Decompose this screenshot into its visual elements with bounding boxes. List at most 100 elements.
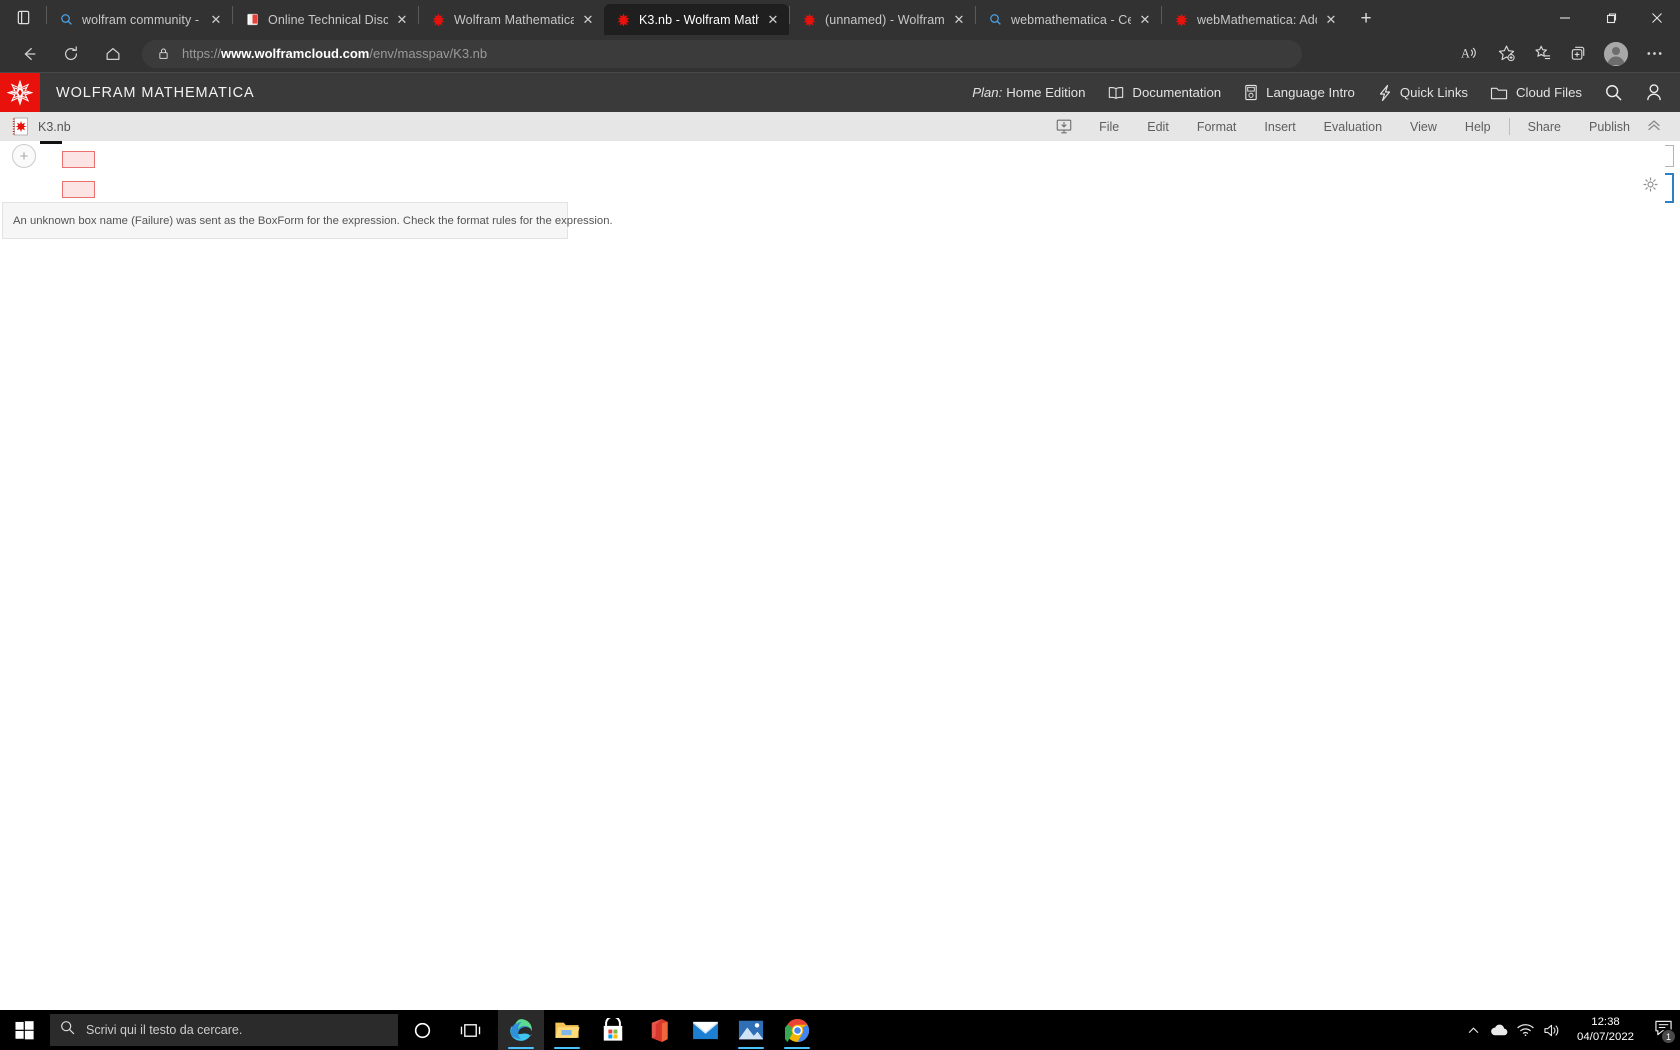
menu-evaluation[interactable]: Evaluation <box>1310 112 1396 142</box>
quick-links-link[interactable]: Quick Links <box>1366 73 1479 113</box>
taskbar-app-microsoft-office[interactable] <box>636 1010 682 1050</box>
cell-bracket-selected[interactable] <box>1665 173 1674 203</box>
clock-date: 04/07/2022 <box>1576 1031 1634 1043</box>
minimize-button[interactable] <box>1542 0 1588 35</box>
search-icon <box>1604 83 1623 102</box>
favorites-icon[interactable] <box>1525 39 1559 69</box>
error-message-text: An unknown box name (Failure) was sent a… <box>13 214 613 227</box>
error-output-box[interactable] <box>62 181 95 198</box>
address-bar[interactable]: https://www.wolframcloud.com/env/masspav… <box>142 39 1302 68</box>
taskbar-app-photos[interactable] <box>728 1010 774 1050</box>
taskbar-search-box[interactable]: Scrivi qui il testo da cercare. <box>50 1014 398 1046</box>
maximize-button[interactable] <box>1588 0 1634 35</box>
chevron-up-icon[interactable] <box>1461 1010 1487 1050</box>
gear-icon <box>1643 177 1658 197</box>
refresh-button[interactable] <box>55 38 87 70</box>
menu-format[interactable]: Format <box>1183 112 1251 142</box>
browser-tab[interactable]: (unnamed) - Wolfram Mathematica ✕ <box>790 4 975 35</box>
folder-icon <box>1490 85 1509 101</box>
browser-tab[interactable]: webmathematica - Cerca ✕ <box>976 4 1161 35</box>
back-button[interactable] <box>13 38 45 70</box>
cell-bracket[interactable] <box>1665 145 1674 167</box>
browser-tab[interactable]: webMathematica: Add Dy ✕ <box>1162 4 1347 35</box>
taskbar-app-microsoft-store[interactable] <box>590 1010 636 1050</box>
error-output-box[interactable] <box>62 151 95 168</box>
close-icon[interactable]: ✕ <box>206 10 226 30</box>
menu-file[interactable]: File <box>1085 112 1133 142</box>
taskbar-search-placeholder: Scrivi qui il testo da cercare. <box>86 1023 243 1037</box>
notebook-file-tab[interactable]: K3.nb <box>0 117 71 136</box>
tab-actions-button[interactable] <box>0 0 46 35</box>
browser-tab[interactable]: wolfram community - Cerca ✕ <box>47 4 232 35</box>
cell-options-button[interactable] <box>1643 177 1658 197</box>
avatar[interactable] <box>1604 41 1628 66</box>
taskbar-app-google-chrome[interactable] <box>774 1010 820 1050</box>
documentation-label: Documentation <box>1132 85 1222 100</box>
window-controls <box>1542 0 1680 35</box>
close-button[interactable] <box>1634 0 1680 35</box>
share-button[interactable]: Share <box>1514 112 1575 142</box>
tab-title: K3.nb - Wolfram Mathematica <box>639 12 759 27</box>
menu-view[interactable]: View <box>1396 112 1451 142</box>
menu-help[interactable]: Help <box>1451 112 1505 142</box>
add-favorite-icon[interactable] <box>1489 39 1523 69</box>
windows-start-icon[interactable] <box>0 1010 48 1050</box>
url-domain: www.wolframcloud.com <box>221 46 370 61</box>
notebook-canvas[interactable]: + An unknown box name (Failure) was sent… <box>0 141 1680 1010</box>
close-icon[interactable]: ✕ <box>949 10 969 30</box>
taskbar-app-list <box>498 1010 820 1050</box>
collapse-toolbar-button[interactable] <box>1644 112 1672 142</box>
close-icon[interactable]: ✕ <box>578 10 598 30</box>
close-icon[interactable]: ✕ <box>1135 10 1155 30</box>
collections-icon[interactable] <box>1561 39 1595 69</box>
header-search-button[interactable] <box>1593 73 1634 113</box>
wolfram-header: WOLFRAM MATHEMATICA Plan: Home Edition D… <box>0 72 1680 113</box>
browser-tab-active[interactable]: K3.nb - Wolfram Mathematica ✕ <box>604 4 789 35</box>
task-view-icon[interactable] <box>446 1010 494 1050</box>
header-account-button[interactable] <box>1634 73 1674 113</box>
tab-title: Online Technical Discussion <box>268 12 388 27</box>
close-icon[interactable]: ✕ <box>1321 10 1341 30</box>
book-icon <box>1107 85 1125 101</box>
tab-title: wolfram community - Cerca <box>82 12 202 27</box>
notebook-icon <box>12 117 29 136</box>
wolfram-product-title: WOLFRAM MATHEMATICA <box>56 84 255 101</box>
taskbar-app-mail[interactable] <box>682 1010 728 1050</box>
desktop-download-icon[interactable] <box>1043 112 1085 142</box>
browser-tab[interactable]: Online Technical Discussion ✕ <box>233 4 418 35</box>
wolfram-spikey-logo-icon[interactable] <box>0 72 40 113</box>
cortana-circle-icon[interactable] <box>398 1010 446 1050</box>
documentation-link[interactable]: Documentation <box>1096 73 1232 113</box>
close-icon[interactable]: ✕ <box>763 10 783 30</box>
new-tab-button[interactable]: + <box>1349 4 1383 34</box>
account-icon <box>1645 83 1663 102</box>
notification-center-button[interactable]: 1 <box>1646 1010 1680 1050</box>
notebook-toolbar: K3.nb File Edit Format Insert Evaluation… <box>0 112 1680 142</box>
publish-button[interactable]: Publish <box>1575 112 1644 142</box>
bing-search-icon <box>987 12 1003 28</box>
url-scheme: https:// <box>182 46 222 61</box>
tab-title: webMathematica: Add Dy <box>1197 12 1317 27</box>
clock[interactable]: 12:38 04/07/2022 <box>1565 1010 1646 1050</box>
close-icon[interactable]: ✕ <box>392 10 412 30</box>
home-button[interactable] <box>97 38 129 70</box>
wolfram-header-nav: Plan: Home Edition Documentation Languag… <box>961 73 1680 113</box>
speaker-icon[interactable] <box>1539 1010 1565 1050</box>
menu-edit[interactable]: Edit <box>1133 112 1183 142</box>
language-intro-link[interactable]: Language Intro <box>1232 73 1366 113</box>
browser-tab[interactable]: Wolfram Mathematica ✕ <box>419 4 604 35</box>
cloud-icon[interactable] <box>1487 1010 1513 1050</box>
taskbar-app-microsoft-edge[interactable] <box>498 1010 544 1050</box>
taskbar-app-file-explorer[interactable] <box>544 1010 590 1050</box>
cloud-files-link[interactable]: Cloud Files <box>1479 73 1593 113</box>
add-cell-button[interactable]: + <box>12 144 36 168</box>
url-text: https://www.wolframcloud.com/env/masspav… <box>182 46 487 61</box>
quick-links-label: Quick Links <box>1399 85 1469 100</box>
wifi-icon[interactable] <box>1513 1010 1539 1050</box>
menu-insert[interactable]: Insert <box>1250 112 1309 142</box>
settings-more-icon[interactable] <box>1637 39 1671 69</box>
lightning-icon <box>1377 84 1393 102</box>
clock-time: 12:38 <box>1591 1016 1620 1028</box>
wolfram-spikey-icon <box>1173 12 1189 28</box>
read-aloud-icon[interactable]: A <box>1453 39 1487 69</box>
